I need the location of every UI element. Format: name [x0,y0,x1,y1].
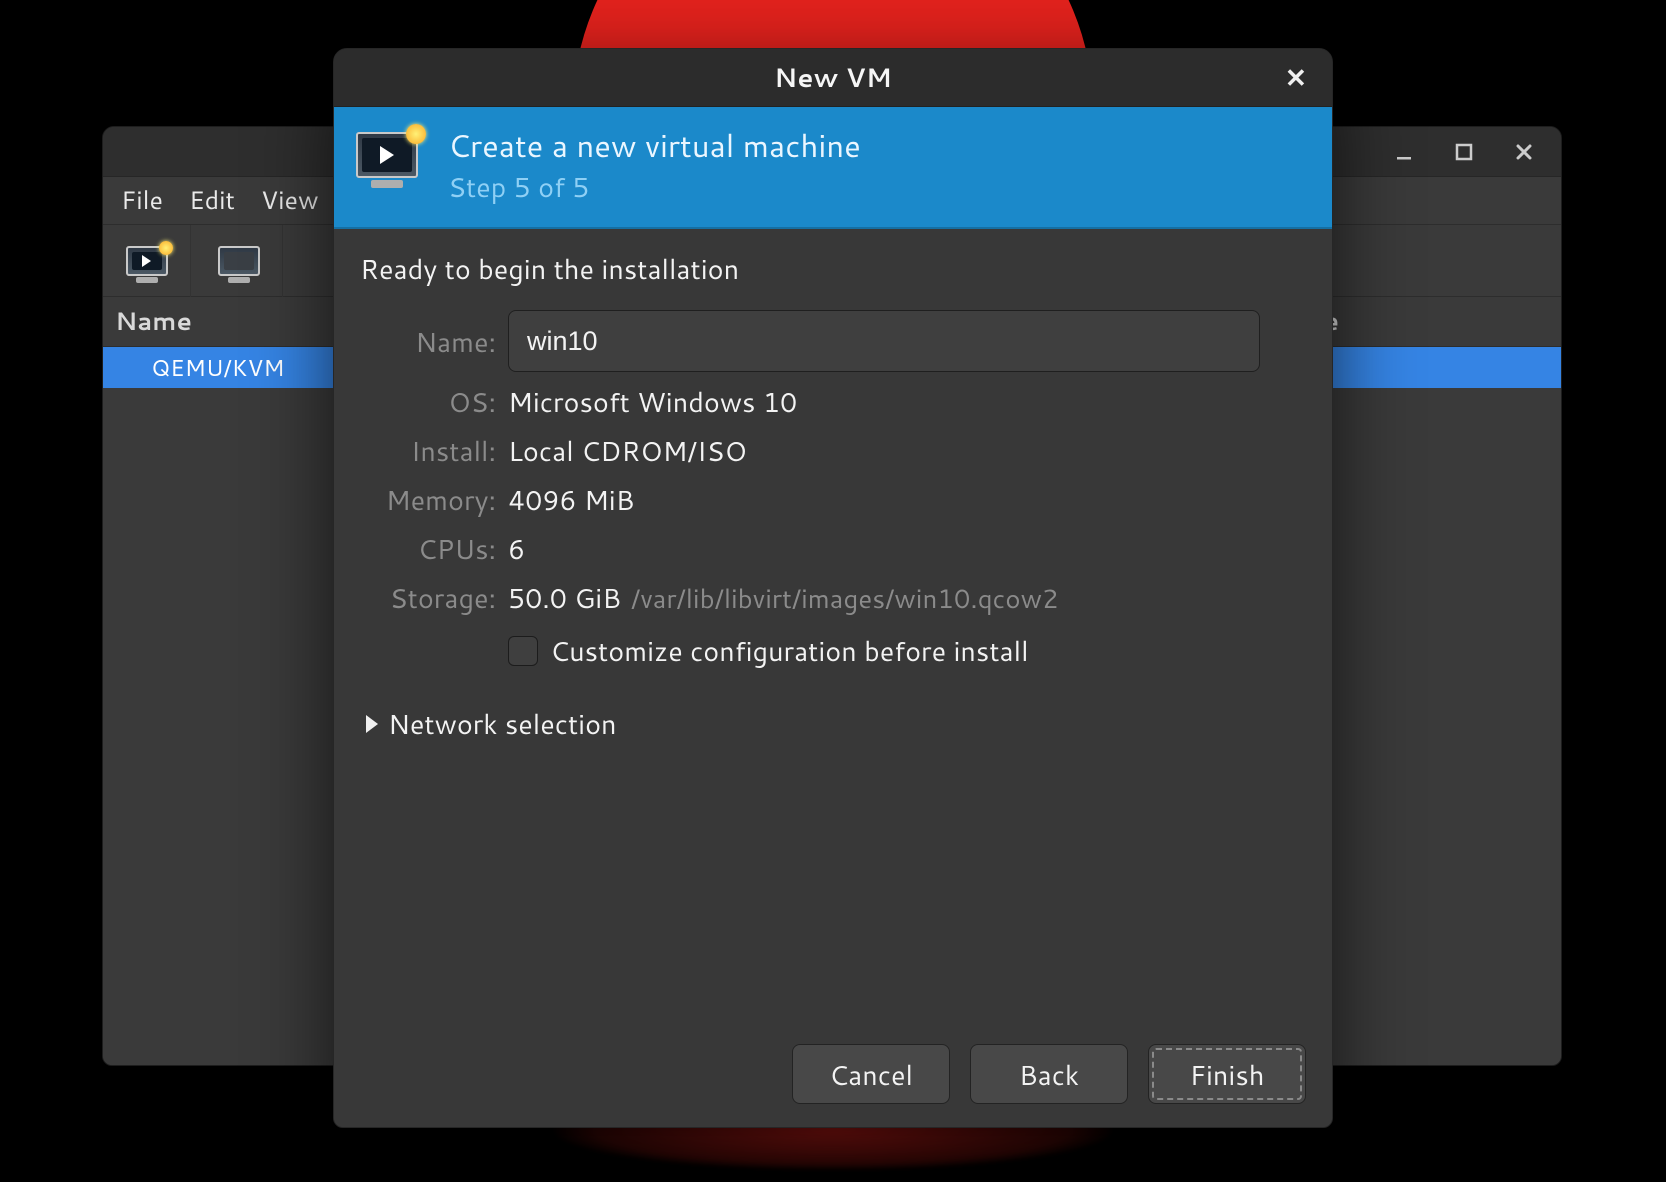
banner-heading: Create a new virtual machine [448,128,861,164]
customize-checkbox[interactable] [508,636,538,666]
minimize-button[interactable] [1387,135,1421,169]
vm-name-input[interactable] [508,310,1260,372]
customize-label: Customize configuration before install [550,631,1029,670]
value-memory: 4096 MiB [508,480,1306,519]
label-install: Install: [360,431,498,470]
banner-step: Step 5 of 5 [448,167,861,206]
close-icon: ✕ [1285,60,1307,96]
new-vm-toolbar-button[interactable] [103,225,191,297]
dialog-title: New VM [334,60,1332,96]
label-cpus: CPUs: [360,529,498,568]
finish-button[interactable]: Finish [1148,1044,1306,1104]
back-button[interactable]: Back [970,1044,1128,1104]
network-selection-label: Network selection [388,704,617,743]
value-storage-path: /var/lib/libvirt/images/win10.qcow2 [631,581,1059,617]
dialog-close-button[interactable]: ✕ [1274,49,1318,106]
dialog-titlebar[interactable]: New VM ✕ [334,49,1332,107]
maximize-button[interactable] [1447,135,1481,169]
network-selection-expander[interactable]: Network selection [366,704,1306,743]
label-memory: Memory: [360,480,498,519]
menu-view[interactable]: View [261,183,319,218]
label-os: OS: [360,382,498,421]
chevron-right-icon [366,715,378,733]
value-cpus: 6 [508,529,1306,568]
new-vm-dialog: New VM ✕ Create a new virtual machine St… [333,48,1333,1128]
close-button[interactable] [1507,135,1541,169]
cancel-button[interactable]: Cancel [792,1044,950,1104]
label-storage: Storage: [360,578,498,617]
ready-text: Ready to begin the installation [360,249,1306,288]
connection-name: QEMU/KVM [151,352,284,384]
dialog-banner: Create a new virtual machine Step 5 of 5 [334,107,1332,229]
new-vm-icon [356,132,428,202]
label-name: Name: [360,322,498,361]
value-storage-size: 50.0 GiB [508,578,621,617]
value-os: Microsoft Windows 10 [508,382,1306,421]
value-install: Local CDROM/ISO [508,431,1306,470]
open-vm-toolbar-button[interactable] [195,225,283,297]
dialog-footer: Cancel Back Finish [334,1021,1332,1127]
menu-edit[interactable]: Edit [189,183,235,218]
menu-file[interactable]: File [121,183,163,218]
